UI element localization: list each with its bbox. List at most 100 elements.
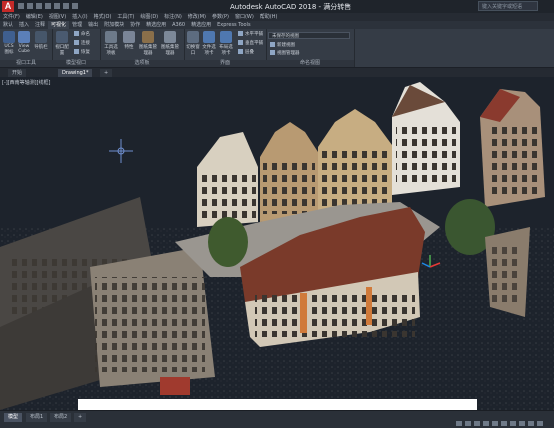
panel-viewport-tools: UCS 图标 View Cube 导航栏 视口工具 xyxy=(0,29,53,67)
file-tabs-button[interactable]: 文件选项卡 xyxy=(201,31,217,56)
customization-icon[interactable] xyxy=(519,421,525,426)
polar-toggle-icon[interactable] xyxy=(483,421,489,426)
tab-express-tools[interactable]: Express Tools xyxy=(214,21,253,29)
sheetset-manager-button-2[interactable]: 图纸集管理器 xyxy=(160,31,180,56)
cascade-icon xyxy=(238,49,243,54)
panel-label-palettes: 选项板 xyxy=(100,60,184,67)
menu-view[interactable]: 视图(V) xyxy=(46,13,69,21)
panel-label-viewport-tools: 视口工具 xyxy=(0,60,52,67)
tab-insert[interactable]: 插入 xyxy=(16,21,32,29)
view-manager-button[interactable]: 视图管理器 xyxy=(270,50,300,56)
view-cube-button[interactable]: View Cube xyxy=(17,31,31,54)
menu-insert[interactable]: 插入(I) xyxy=(69,13,90,21)
title-bar: A Autodesk AutoCAD 2018 - 满分转售 键入关键字或短语 xyxy=(0,0,554,13)
autocad-logo[interactable]: A xyxy=(2,1,14,12)
menu-format[interactable]: 格式(O) xyxy=(91,13,115,21)
ortho-toggle-icon[interactable] xyxy=(474,421,480,426)
tool-palettes-button[interactable]: 工具选项板 xyxy=(103,31,119,56)
undo-icon[interactable] xyxy=(63,3,69,9)
menu-window[interactable]: 窗口(W) xyxy=(232,13,257,21)
tile-vertical-button[interactable]: 垂直平铺 xyxy=(238,40,263,46)
view-cube-label: View Cube xyxy=(18,44,30,54)
view-manager-label: 视图管理器 xyxy=(277,51,300,56)
add-layout-button[interactable]: + xyxy=(74,413,87,422)
save-as-icon[interactable] xyxy=(45,3,51,9)
switch-window-button[interactable]: 切换窗口 xyxy=(186,31,200,56)
join-label: 连接 xyxy=(81,41,90,46)
panel-model-viewports: 视口配置 命名 连接 恢复 模型视口 xyxy=(52,29,101,67)
menu-dimension[interactable]: 标注(N) xyxy=(161,13,185,21)
layout-tab-layout2[interactable]: 布局2 xyxy=(50,413,72,422)
sheetset-manager-label-2: 图纸集管理器 xyxy=(161,45,179,56)
new-view-label: 新建视图 xyxy=(277,43,295,48)
tab-featured-apps-2[interactable]: 精选应用 xyxy=(188,21,214,29)
fullscreen-icon[interactable] xyxy=(528,421,534,426)
tab-default[interactable]: 默认 xyxy=(0,21,16,29)
new-file-icon[interactable] xyxy=(18,3,24,9)
named-viewport-button[interactable]: 命名 xyxy=(74,31,90,37)
menu-file[interactable]: 文件(F) xyxy=(0,13,23,21)
osnap-toggle-icon[interactable] xyxy=(492,421,498,426)
new-view-icon xyxy=(270,42,275,47)
tab-manage[interactable]: 管理 xyxy=(69,21,85,29)
menu-draw[interactable]: 绘图(D) xyxy=(137,13,161,21)
cascade-button[interactable]: 层叠 xyxy=(238,49,254,55)
ribbon: UCS 图标 View Cube 导航栏 视口工具 视口配置 命名 连接 恢复 … xyxy=(0,29,554,68)
navbar-button[interactable]: 导航栏 xyxy=(33,31,49,50)
menu-tools[interactable]: 工具(T) xyxy=(114,13,137,21)
layout-tab-model[interactable]: 模型 xyxy=(4,413,23,422)
menu-help[interactable]: 帮助(H) xyxy=(257,13,281,21)
layout-tabs-label: 布局选项卡 xyxy=(219,45,233,56)
view-manager-icon xyxy=(270,50,275,55)
status-bar: 模型 布局1 布局2 + xyxy=(0,410,554,428)
menu-edit[interactable]: 编辑(E) xyxy=(23,13,46,21)
workspace-icon[interactable] xyxy=(501,421,507,426)
tab-annotate[interactable]: 注释 xyxy=(32,21,48,29)
annotation-scale-icon[interactable] xyxy=(510,421,516,426)
redo-icon[interactable] xyxy=(72,3,78,9)
ucs-icon-label: UCS 图标 xyxy=(4,44,14,55)
switch-window-label: 切换窗口 xyxy=(186,45,200,56)
layout-tab-layout1[interactable]: 布局1 xyxy=(26,413,48,422)
restore-viewport-button[interactable]: 恢复 xyxy=(74,49,90,55)
status-icons xyxy=(456,421,543,426)
properties-button[interactable]: 特性 xyxy=(122,31,136,50)
panel-palettes: 工具选项板 特性 图纸集管理器 图纸集管理器 选项板 xyxy=(100,29,185,67)
viewport-label[interactable]: [-][西南等轴测][线框] xyxy=(2,79,51,86)
tab-featured-apps[interactable]: 精选应用 xyxy=(143,21,169,29)
named-icon xyxy=(74,31,79,36)
window-title: Autodesk AutoCAD 2018 - 满分转售 xyxy=(230,3,352,11)
tile-horizontal-button[interactable]: 水平平铺 xyxy=(238,31,263,37)
menu-parametric[interactable]: 参数(P) xyxy=(209,13,232,21)
doc-tab-drawing1[interactable]: Drawing1* xyxy=(58,69,93,77)
menu-icon[interactable] xyxy=(537,421,543,426)
tile-horizontal-label: 水平平铺 xyxy=(245,32,263,37)
save-icon[interactable] xyxy=(36,3,42,9)
tab-addins[interactable]: 附加模块 xyxy=(101,21,127,29)
grid-toggle-icon[interactable] xyxy=(456,421,462,426)
restore-label: 恢复 xyxy=(81,50,90,55)
doc-tab-start[interactable]: 开始 xyxy=(8,69,27,77)
tab-visualize[interactable]: 可视化 xyxy=(48,21,70,29)
join-viewport-button[interactable]: 连接 xyxy=(74,40,90,46)
tab-output[interactable]: 输出 xyxy=(85,21,101,29)
print-icon[interactable] xyxy=(54,3,60,9)
drawing-viewport[interactable]: [-][西南等轴测][线框] xyxy=(0,77,554,410)
panel-label-named-views: 命名视图 xyxy=(266,60,354,67)
menu-modify[interactable]: 修改(M) xyxy=(185,13,209,21)
tab-a360[interactable]: A360 xyxy=(169,21,188,29)
ucs-crosshair-icon xyxy=(109,139,133,163)
sheetset-manager-button[interactable]: 图纸集管理器 xyxy=(138,31,158,56)
layout-tabs-button[interactable]: 布局选项卡 xyxy=(218,31,234,56)
search-input[interactable]: 键入关键字或短语 xyxy=(478,1,538,11)
panel-label-interface: 界面 xyxy=(184,60,266,67)
snap-toggle-icon[interactable] xyxy=(465,421,471,426)
view-dropdown[interactable]: 未保存的视图 xyxy=(268,32,350,39)
new-tab-button[interactable]: + xyxy=(100,69,113,77)
ucs-icon-button[interactable]: UCS 图标 xyxy=(2,31,16,55)
open-file-icon[interactable] xyxy=(27,3,33,9)
new-view-button[interactable]: 新建视图 xyxy=(270,42,295,48)
tab-collaborate[interactable]: 协作 xyxy=(127,21,143,29)
viewport-config-button[interactable]: 视口配置 xyxy=(54,31,70,56)
command-line-area[interactable] xyxy=(78,399,477,410)
